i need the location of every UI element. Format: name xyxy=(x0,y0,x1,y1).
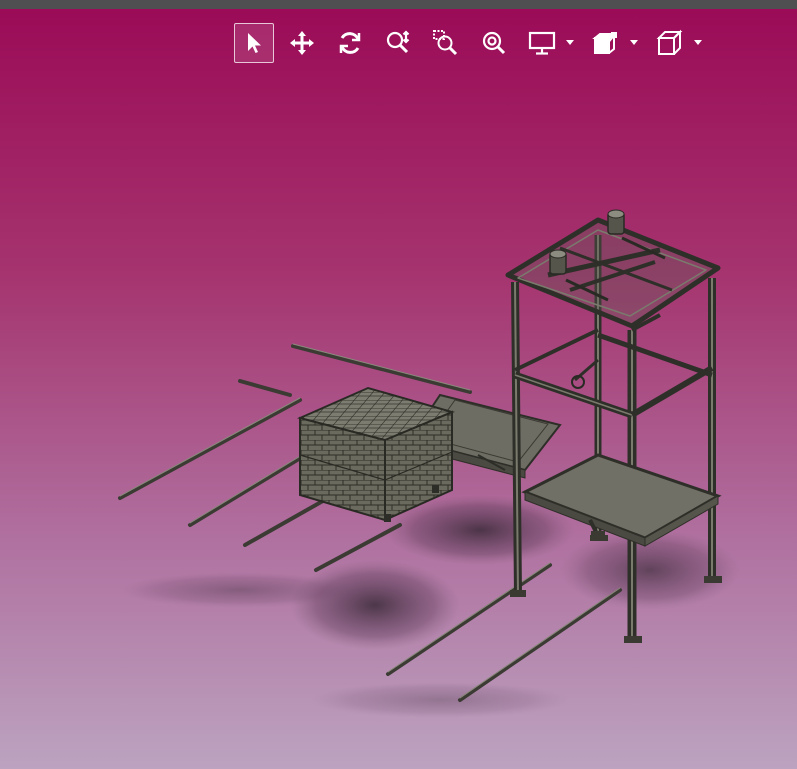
view-orientation-icon xyxy=(656,29,683,55)
select-icon xyxy=(248,33,261,53)
rotate-icon xyxy=(339,32,361,54)
zoom-fit-icon xyxy=(482,31,506,55)
display-mode-button[interactable] xyxy=(522,23,562,63)
view-toolbar xyxy=(234,23,714,63)
chevron-down-icon xyxy=(630,40,638,45)
view-orientation-dropdown[interactable] xyxy=(692,23,704,63)
render-style-dropdown[interactable] xyxy=(628,23,640,63)
zoom-icon xyxy=(386,30,410,54)
view-orientation-button[interactable] xyxy=(650,23,690,63)
display-mode-dropdown[interactable] xyxy=(564,23,576,63)
zoom-box-icon xyxy=(433,30,458,56)
cad-model-scene[interactable] xyxy=(0,9,797,769)
render-style-icon xyxy=(592,31,617,54)
chevron-down-icon xyxy=(566,40,574,45)
rotate-button[interactable] xyxy=(330,23,370,63)
3d-viewport[interactable] xyxy=(0,9,797,769)
chevron-down-icon xyxy=(694,40,702,45)
zoom-box-button[interactable] xyxy=(426,23,466,63)
render-style-button[interactable] xyxy=(586,23,626,63)
pan-button[interactable] xyxy=(282,23,322,63)
display-mode-icon xyxy=(528,31,556,55)
select-button[interactable] xyxy=(234,23,274,63)
window-title-bar xyxy=(0,0,797,9)
zoom-fit-button[interactable] xyxy=(474,23,514,63)
zoom-button[interactable] xyxy=(378,23,418,63)
pan-icon xyxy=(290,31,314,55)
